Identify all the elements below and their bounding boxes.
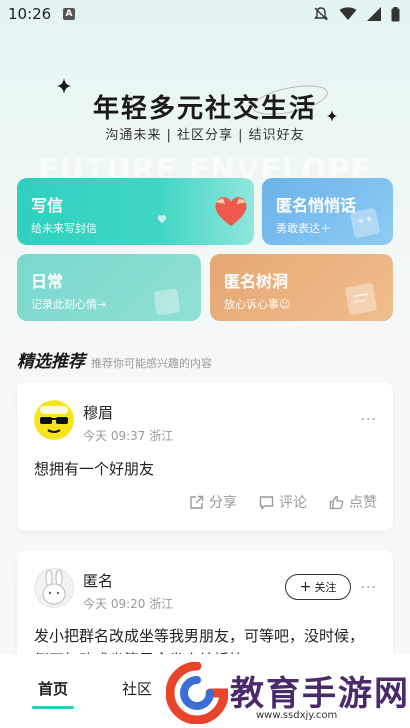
- small-heart-icon: [157, 215, 167, 223]
- notification-a-icon: A: [63, 8, 75, 20]
- like-button[interactable]: 点赞: [329, 492, 377, 512]
- comment-label: 评论: [279, 495, 307, 511]
- brand-watermark: 教育手游网 www.ssdxjy.com: [164, 660, 410, 728]
- brand-name: 教育手游网: [230, 674, 410, 714]
- post-author[interactable]: 穆眉: [83, 402, 113, 423]
- card-title: 写信: [31, 196, 64, 215]
- status-icons: [313, 6, 400, 22]
- mask-icon: [350, 208, 380, 238]
- active-tab-indicator: [32, 706, 74, 709]
- plus-icon: +: [299, 579, 312, 595]
- post-meta: 今天 09:20 浙江: [83, 597, 174, 611]
- heart-envelope-icon: [215, 196, 247, 226]
- wifi-icon: [339, 7, 357, 20]
- post-content: 想拥有一个好朋友: [34, 460, 155, 478]
- avatar[interactable]: [34, 568, 74, 608]
- post-meta: 今天 09:37 浙江: [83, 429, 174, 443]
- card-desc: 给未来写封信: [31, 222, 97, 235]
- tree-hole-card[interactable]: 匿名树洞 放心诉心事☺: [210, 254, 393, 321]
- sparkle-icon: [327, 110, 337, 122]
- card-title: 匿名树洞: [224, 272, 289, 291]
- share-label: 分享: [209, 495, 237, 511]
- post-actions: 分享 评论 点赞: [189, 492, 377, 512]
- more-options-icon[interactable]: ···: [361, 580, 377, 596]
- card-desc: 勇敢表达＋: [276, 222, 331, 235]
- battery-icon: [391, 6, 400, 21]
- post-author[interactable]: 匿名: [83, 570, 113, 591]
- nav-home[interactable]: 首页: [38, 678, 68, 699]
- follow-button[interactable]: + 关注: [285, 574, 351, 600]
- hero-title: 年轻多元社交生活: [92, 94, 317, 124]
- anonymous-whisper-card[interactable]: 匿名悄悄话 勇敢表达＋: [262, 178, 393, 245]
- hero-subtitle: 沟通未来 | 社区分享 | 结识好友: [105, 128, 305, 143]
- thumbs-up-icon: [329, 495, 344, 509]
- comment-icon: [259, 495, 274, 510]
- share-icon: [190, 495, 204, 509]
- section-title: 精选推荐: [17, 352, 85, 372]
- post-card[interactable]: 穆眉 今天 09:37 浙江 ··· 想拥有一个好朋友 分享 评论 点赞: [17, 382, 393, 531]
- more-options-icon[interactable]: ···: [361, 412, 377, 428]
- card-desc: 放心诉心事☺: [224, 298, 291, 311]
- write-letter-card[interactable]: 写信 给未来写封信: [17, 178, 254, 245]
- mute-icon: [314, 7, 328, 21]
- comment-button[interactable]: 评论: [259, 492, 307, 512]
- daily-card[interactable]: 日常 记录此刻心情→: [17, 254, 201, 321]
- like-label: 点赞: [349, 495, 377, 511]
- brand-url: www.ssdxjy.com: [256, 710, 338, 721]
- signal-icon: [367, 7, 381, 21]
- brand-logo-icon: [166, 662, 228, 724]
- nav-community[interactable]: 社区: [122, 678, 152, 699]
- follow-label: 关注: [314, 581, 337, 594]
- section-subtitle: 推荐你可能感兴趣的内容: [91, 357, 212, 370]
- share-button[interactable]: 分享: [189, 492, 237, 512]
- card-title: 日常: [31, 272, 64, 291]
- status-bar: 10:26 A: [0, 0, 410, 30]
- card-title: 匿名悄悄话: [276, 196, 357, 215]
- status-time: 10:26: [8, 5, 52, 23]
- note-icon: [345, 283, 377, 315]
- cup-icon: [153, 288, 181, 316]
- recommend-section-header: 精选推荐 推荐你可能感兴趣的内容: [17, 347, 212, 372]
- card-desc: 记录此刻心情→: [31, 298, 107, 311]
- avatar[interactable]: [34, 400, 74, 440]
